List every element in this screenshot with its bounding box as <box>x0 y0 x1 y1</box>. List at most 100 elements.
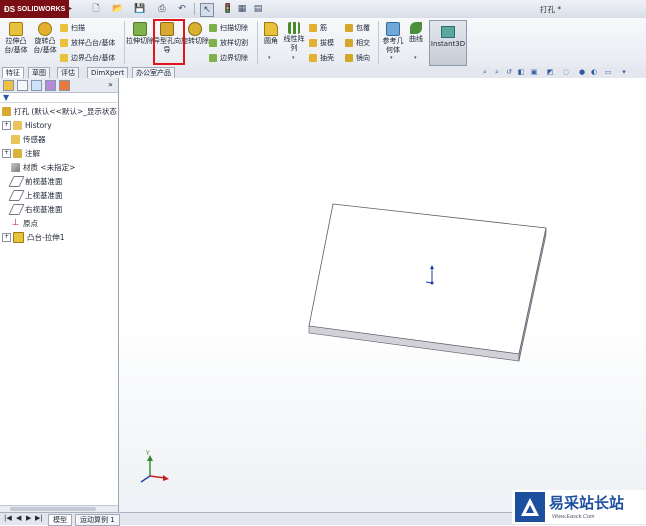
panel-expand-icon[interactable]: » <box>108 80 113 89</box>
revolve-cut-icon <box>188 22 202 36</box>
property-manager-tab-icon[interactable] <box>17 80 28 91</box>
tree-root[interactable]: 打孔 (默认<<默认>_显示状态 <box>2 105 117 118</box>
tree-item-right-plane[interactable]: 右视基准面 <box>8 203 63 216</box>
tree-item-label: History <box>25 121 52 130</box>
tree-item-origin[interactable]: ⊥ 原点 <box>11 217 38 230</box>
tree-item-boss-extrude[interactable]: + 凸台-拉伸1 <box>2 231 64 244</box>
loft-cut-button[interactable]: 放样切割 <box>209 37 248 48</box>
toolbar-separator <box>194 3 195 15</box>
material-icon <box>11 163 20 172</box>
nav-first-icon[interactable]: |◀ <box>4 514 12 522</box>
select-pointer-icon[interactable]: ↖ <box>200 3 214 17</box>
draft-button[interactable]: 拔模 <box>309 37 334 48</box>
sweep-button[interactable]: 扫描 <box>60 22 85 33</box>
configuration-manager-tab-icon[interactable] <box>31 80 42 91</box>
file-properties-icon[interactable]: ▦ <box>236 3 248 15</box>
hide-show-items-icon[interactable]: ◌ <box>562 68 570 76</box>
apply-scene-icon[interactable]: ◐ <box>590 68 598 76</box>
view-orientation-icon[interactable]: ▣ <box>530 68 538 76</box>
extrude-cut-icon <box>133 22 147 36</box>
tree-item-top-plane[interactable]: 上视基准面 <box>8 189 63 202</box>
svg-text:Y: Y <box>145 450 150 457</box>
curves-button[interactable]: 曲线 <box>405 20 427 44</box>
mirror-button[interactable]: 镜向 <box>345 52 370 63</box>
logo-arrow-icon[interactable]: ▸ <box>69 5 72 12</box>
display-manager-tab-icon[interactable] <box>59 80 70 91</box>
sweep-cut-label: 扫描切除 <box>220 23 248 32</box>
shell-button[interactable]: 抽壳 <box>309 52 334 63</box>
loft-icon <box>60 38 68 47</box>
pattern-dropdown-icon[interactable]: ▾ <box>292 55 295 61</box>
tab-features[interactable]: 特征 <box>2 67 24 78</box>
rebuild-icon[interactable]: 🚦 <box>222 3 234 15</box>
expand-icon[interactable]: + <box>2 121 11 130</box>
save-icon[interactable]: 💾 <box>134 3 146 15</box>
hud-more-icon[interactable]: ▾ <box>620 68 628 76</box>
tree-item-material[interactable]: 材质 <未指定> <box>11 161 75 174</box>
boundary-boss-label: 边界凸台/基体 <box>71 53 116 62</box>
edit-appearance-icon[interactable]: ● <box>578 68 586 76</box>
display-style-icon[interactable]: ◩ <box>546 68 554 76</box>
intersect-button[interactable]: 相交 <box>345 37 370 48</box>
tree-item-sensors[interactable]: 传感器 <box>11 133 46 146</box>
feature-manager-panel: » ▼ 打孔 (默认<<默认>_显示状态 + History 传感器 + 注解 材质… <box>0 78 119 513</box>
linear-pattern-icon <box>288 22 300 34</box>
previous-view-icon[interactable]: ↺ <box>505 68 513 76</box>
feature-manager-tab-icon[interactable] <box>3 80 14 91</box>
new-document-icon[interactable]: 🗋 <box>90 3 102 15</box>
tab-model[interactable]: 模型 <box>48 514 72 526</box>
solidworks-logo[interactable]: ƉS SOLIDWORKS <box>0 0 69 18</box>
view-settings-icon[interactable]: ▭ <box>604 68 612 76</box>
extrude-boss-label: 拉伸凸台/基体 <box>4 37 28 54</box>
revolve-boss-button[interactable]: 旋转凸台/基体 <box>31 20 59 54</box>
scrollbar-thumb[interactable] <box>10 507 96 511</box>
tree-item-label: 凸台-拉伸1 <box>27 233 65 242</box>
tab-sketch[interactable]: 草图 <box>28 67 50 78</box>
tab-motion-study[interactable]: 运动算例 1 <box>75 514 120 526</box>
print-icon[interactable]: ⎙ <box>156 3 168 15</box>
rib-button[interactable]: 筋 <box>309 22 327 33</box>
zoom-area-icon[interactable]: ⌕ <box>493 68 501 76</box>
loft-button[interactable]: 放样凸台/基体 <box>60 37 115 48</box>
tab-dimxpert[interactable]: DimXpert <box>87 67 129 78</box>
nav-next-icon[interactable]: ▶ <box>26 514 31 522</box>
open-folder-icon[interactable]: 📂 <box>112 3 124 15</box>
sweep-cut-button[interactable]: 扫描切除 <box>209 22 248 33</box>
intersect-label: 相交 <box>356 38 370 47</box>
tab-office-products[interactable]: 办公室产品 <box>132 67 175 78</box>
tree-item-history[interactable]: + History <box>2 119 52 132</box>
reference-dropdown-icon[interactable]: ▾ <box>390 55 393 61</box>
options-icon[interactable]: ▤ <box>252 3 264 15</box>
section-view-icon[interactable]: ◧ <box>517 68 525 76</box>
tree-item-front-plane[interactable]: 前视基准面 <box>8 175 63 188</box>
tree-item-annotations[interactable]: + 注解 <box>2 147 40 160</box>
extrude-cut-button[interactable]: 拉伸切除 <box>126 20 154 46</box>
boundary-cut-button[interactable]: 边界切除 <box>209 52 248 63</box>
plane-icon <box>8 176 25 187</box>
curves-dropdown-icon[interactable]: ▾ <box>414 55 417 61</box>
expand-icon[interactable]: + <box>2 149 11 158</box>
zoom-to-fit-icon[interactable]: ⌕ <box>481 68 489 76</box>
revolve-cut-button[interactable]: 旋转切除 <box>181 20 209 46</box>
graphics-viewport[interactable]: Y <box>119 78 646 512</box>
boundary-boss-button[interactable]: 边界凸台/基体 <box>60 52 115 63</box>
rib-icon <box>309 23 317 32</box>
wrap-button[interactable]: 包覆 <box>345 22 370 33</box>
extrude-boss-button[interactable]: 拉伸凸台/基体 <box>2 20 30 54</box>
nav-last-icon[interactable]: ▶| <box>35 514 43 522</box>
revolve-cut-label: 旋转切除 <box>181 37 209 45</box>
reference-geometry-button[interactable]: 参考几何体 <box>380 20 406 54</box>
instant3d-button[interactable]: Instant3D <box>429 20 467 66</box>
dimxpert-manager-tab-icon[interactable] <box>45 80 56 91</box>
undo-icon[interactable]: ↶ <box>176 3 188 15</box>
linear-pattern-button[interactable]: 线性阵列 <box>282 20 306 52</box>
revolve-boss-icon <box>38 22 52 36</box>
filter-icon[interactable]: ▼ <box>3 93 9 102</box>
part-icon <box>2 107 11 116</box>
expand-icon[interactable]: + <box>2 233 11 242</box>
tree-item-label: 原点 <box>23 219 38 228</box>
fillet-button[interactable]: 圆角 <box>259 20 283 46</box>
nav-prev-icon[interactable]: ◀ <box>16 514 21 522</box>
tab-evaluate[interactable]: 评估 <box>57 67 79 78</box>
fillet-dropdown-icon[interactable]: ▾ <box>268 55 271 61</box>
